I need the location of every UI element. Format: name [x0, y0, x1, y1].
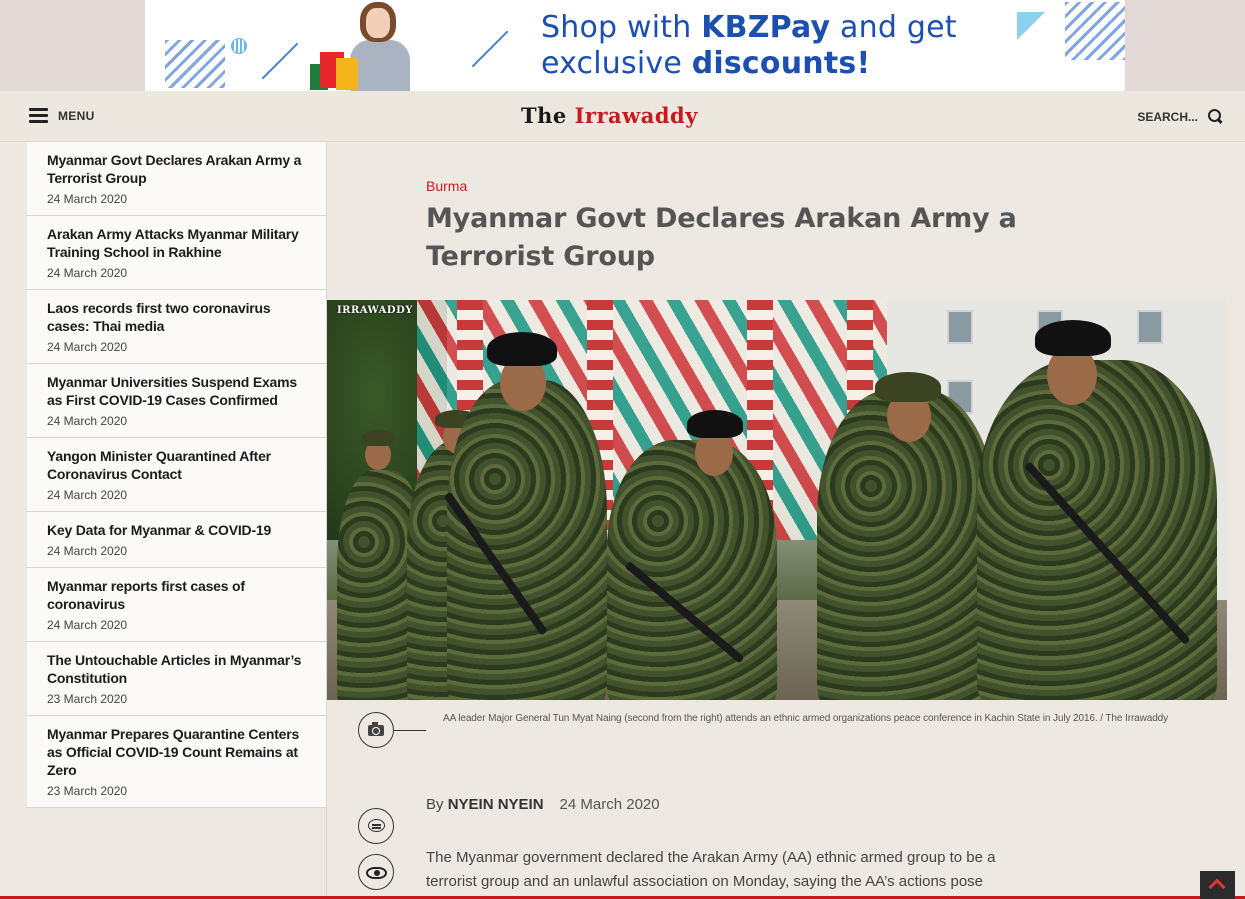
sidebar-article-title: The Untouchable Articles in Myanmar’s Co…	[47, 652, 302, 686]
ad-decoration-line	[471, 30, 509, 68]
ad-headline: Shop with KBZPay and get exclusive disco…	[541, 10, 957, 81]
sidebar-article[interactable]: Yangon Minister Quarantined After Corona…	[27, 438, 326, 512]
sidebar-article[interactable]: Myanmar reports first cases of coronavir…	[27, 568, 326, 642]
author-link[interactable]: NYEIN NYEIN	[448, 796, 544, 813]
camera-icon	[358, 712, 394, 748]
search-box	[1136, 109, 1223, 124]
article-headline: Myanmar Govt Declares Arakan Army a Terr…	[426, 203, 1017, 272]
sidebar-article-date: 24 March 2020	[47, 414, 128, 428]
ad-decoration-triangle	[1017, 12, 1045, 40]
sidebar-article-title: Myanmar Govt Declares Arakan Army a Terr…	[47, 152, 302, 186]
ad-decoration-stripes	[1065, 2, 1125, 60]
sidebar-article-date: 24 March 2020	[47, 544, 128, 558]
sidebar-article-title: Key Data for Myanmar & COVID-19	[47, 522, 272, 538]
sidebar-article-title: Myanmar Universities Suspend Exams as Fi…	[47, 374, 297, 408]
eye-icon[interactable]	[358, 854, 394, 890]
sidebar-article-title: Laos records first two coronavirus cases…	[47, 300, 271, 334]
ad-decoration-line	[261, 42, 299, 80]
photo-caption: AA leader Major General Tun Myat Naing (…	[443, 713, 1169, 724]
site-logo[interactable]: The Irrawaddy	[521, 103, 698, 128]
sidebar-article-date: 24 March 2020	[47, 488, 128, 502]
sidebar-article-date: 24 March 2020	[47, 618, 128, 632]
sidebar-article-date: 24 March 2020	[47, 266, 128, 280]
article-photo[interactable]: IRRAWADDY	[327, 300, 1227, 700]
sidebar-article[interactable]: Myanmar Govt Declares Arakan Army a Terr…	[27, 142, 326, 216]
ad-decoration-stripes	[165, 40, 225, 88]
sidebar-article-title: Yangon Minister Quarantined After Corona…	[47, 448, 271, 482]
article-byline: By NYEIN NYEIN 24 March 2020	[426, 796, 660, 813]
sidebar-article-date: 24 March 2020	[47, 340, 128, 354]
article-body: The Myanmar government declared the Arak…	[426, 849, 996, 890]
article-main: Burma Myanmar Govt Declares Arakan Army …	[327, 142, 1245, 899]
site-header: MENU The Irrawaddy	[0, 91, 1245, 142]
sidebar-article-title: Myanmar reports first cases of coronavir…	[47, 578, 245, 612]
ad-brand: KBZPay	[701, 10, 831, 45]
article-date: 24 March 2020	[559, 796, 660, 813]
kbzpay-ad-banner[interactable]: Shop with KBZPay and get exclusive disco…	[145, 0, 1125, 91]
sidebar-article[interactable]: Laos records first two coronavirus cases…	[27, 290, 326, 364]
sidebar-article-date: 23 March 2020	[47, 784, 128, 798]
ad-decoration-circle	[231, 38, 247, 54]
sidebar-article[interactable]: The Untouchable Articles in Myanmar’s Co…	[27, 642, 326, 716]
menu-label: MENU	[58, 109, 95, 123]
sidebar-article[interactable]: Myanmar Prepares Quarantine Centers as O…	[27, 716, 326, 808]
sidebar-article-date: 23 March 2020	[47, 692, 128, 706]
article-category-link[interactable]: Burma	[426, 178, 467, 194]
sidebar-article[interactable]: Myanmar Universities Suspend Exams as Fi…	[27, 364, 326, 438]
sidebar-article[interactable]: Key Data for Myanmar & COVID-19 24 March…	[27, 512, 326, 568]
search-icon[interactable]	[1208, 109, 1223, 124]
hamburger-icon	[29, 108, 48, 124]
search-input[interactable]	[1136, 109, 1198, 124]
related-news-sidebar: Myanmar Govt Declares Arakan Army a Terr…	[27, 142, 327, 899]
ad-banner-area: Shop with KBZPay and get exclusive disco…	[0, 0, 1245, 91]
scroll-to-top-button[interactable]	[1200, 871, 1235, 899]
sidebar-article[interactable]: Arakan Army Attacks Myanmar Military Tra…	[27, 216, 326, 290]
photo-caption-row: AA leader Major General Tun Myat Naing (…	[358, 707, 1218, 757]
photo-watermark: IRRAWADDY	[337, 305, 413, 316]
comment-icon[interactable]	[358, 808, 394, 844]
sidebar-article-date: 24 March 2020	[47, 192, 128, 206]
ad-shopper-image	[310, 0, 430, 91]
sidebar-article-title: Arakan Army Attacks Myanmar Military Tra…	[47, 226, 299, 260]
sidebar-article-title: Myanmar Prepares Quarantine Centers as O…	[47, 726, 300, 778]
menu-button[interactable]: MENU	[29, 108, 95, 124]
